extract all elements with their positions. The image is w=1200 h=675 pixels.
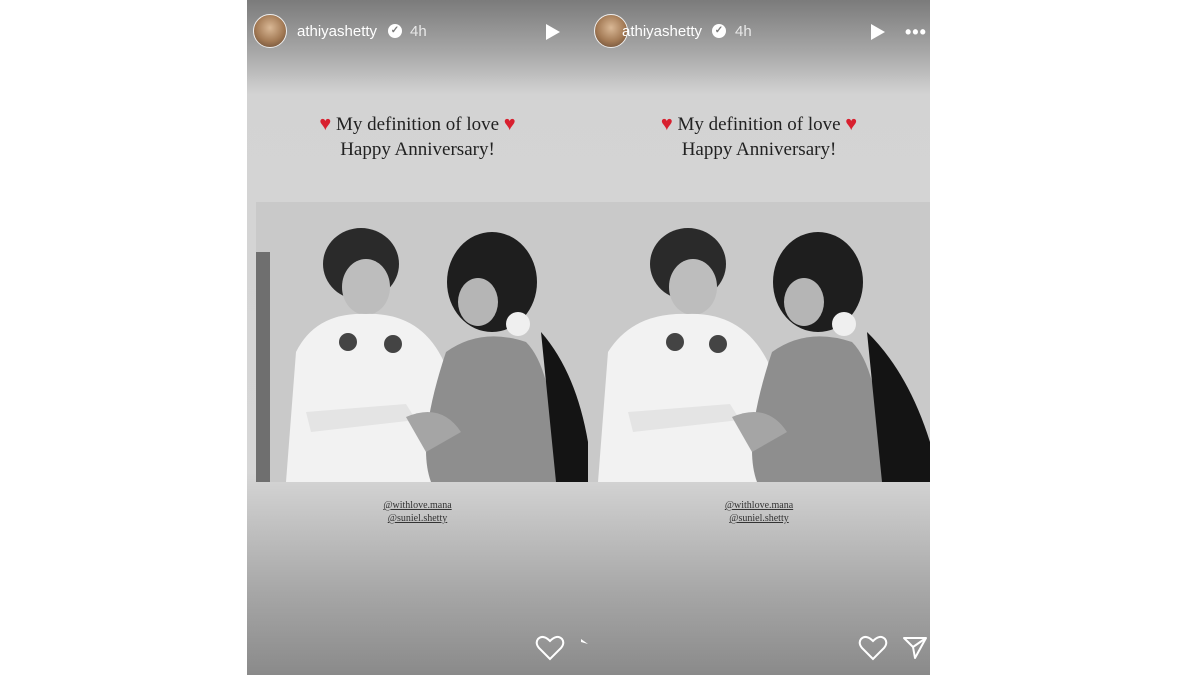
mention-link[interactable]: @withlove.mana (383, 500, 451, 511)
story-mentions: @withlove.mana @suniel.shetty (247, 499, 588, 525)
red-heart-icon: ♥ (319, 113, 332, 135)
story-header: athiyashetty ✓ 4h (247, 12, 588, 52)
profile-avatar[interactable] (253, 14, 287, 48)
red-heart-icon: ♥ (503, 113, 516, 135)
story-photo (588, 202, 930, 482)
caption-line-2: Happy Anniversary! (340, 139, 495, 160)
caption-line-2: Happy Anniversary! (681, 139, 837, 160)
post-time: 4h (410, 23, 427, 40)
red-heart-icon: ♥ (660, 113, 673, 135)
heart-outline-icon[interactable] (858, 634, 888, 667)
story-header: athiyashetty ✓ 4h ••• (588, 12, 930, 52)
story-mentions: @withlove.mana @suniel.shetty (588, 499, 930, 525)
heart-outline-icon[interactable] (535, 634, 565, 667)
verified-badge-icon: ✓ (388, 24, 402, 38)
verified-badge-icon: ✓ (712, 24, 726, 38)
more-options-icon[interactable]: ••• (905, 22, 927, 43)
mention-link[interactable]: @suniel.shetty (388, 513, 447, 524)
caption-line-1: My definition of love (335, 114, 500, 135)
username[interactable]: athiyashetty (297, 23, 377, 40)
play-icon[interactable] (871, 24, 885, 40)
story-panel-right[interactable]: athiyashetty ✓ 4h ••• ♥ My definition of… (588, 0, 930, 675)
photo-illustration (588, 202, 930, 482)
mention-link[interactable]: @suniel.shetty (729, 513, 788, 524)
story-photo (256, 202, 588, 482)
play-icon[interactable] (546, 24, 560, 40)
red-heart-icon: ♥ (845, 113, 858, 135)
story-caption: ♥ My definition of love ♥ Happy Annivers… (588, 112, 930, 162)
story-caption: ♥ My definition of love ♥ Happy Annivers… (247, 112, 588, 162)
caption-line-1: My definition of love (677, 114, 841, 135)
story-panel-left[interactable]: athiyashetty ✓ 4h ♥ My definition of lov… (247, 0, 588, 675)
post-time: 4h (735, 23, 752, 40)
username[interactable]: athiyashetty (622, 23, 702, 40)
send-icon[interactable] (581, 636, 588, 654)
photo-illustration (256, 202, 588, 482)
mention-link[interactable]: @withlove.mana (725, 500, 793, 511)
send-icon[interactable] (902, 636, 928, 665)
